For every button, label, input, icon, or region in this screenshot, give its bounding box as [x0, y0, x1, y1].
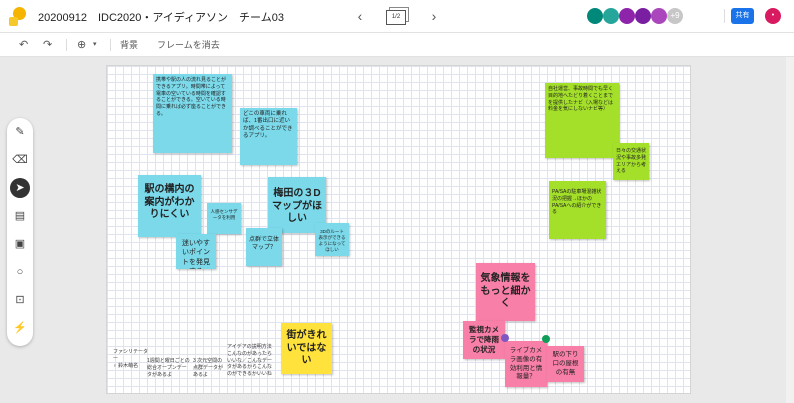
eraser-tool-icon[interactable]: ⌫: [10, 150, 30, 170]
circle-tool-icon[interactable]: ○: [10, 262, 30, 282]
sticky-note[interactable]: ライブカメラ画像の有効利用と情報量？: [505, 341, 547, 387]
sticky-note[interactable]: 街がきれいではない: [281, 323, 332, 374]
sticky-note[interactable]: 日々の交通状況や事故多発エリアから考える: [613, 143, 649, 180]
laser-tool-icon[interactable]: ⚡: [10, 318, 30, 338]
sticky-note[interactable]: 気象情報をもっと細かく: [476, 263, 535, 321]
set-background-button[interactable]: 背景: [120, 38, 138, 52]
sticky-note[interactable]: 携帯や駅の人の流れ見ることができるアプリ。時間帯によって電車の空いている時間を確…: [153, 74, 232, 153]
select-tool-icon[interactable]: ➤: [10, 178, 30, 198]
sticky-note[interactable]: 自社運営、事故時間でも早く目的地へたどり着くことまでを提供したナビ（入場などは料…: [545, 83, 619, 158]
zoom-dropdown-caret[interactable]: ▾: [93, 38, 97, 52]
app-header: 20200912 IDC2020・アイディアソン チーム03 ‹ 1/2 › +…: [0, 0, 794, 33]
more-collaborators-badge[interactable]: +9: [667, 8, 683, 24]
vertical-scrollbar[interactable]: [786, 57, 794, 403]
collaborator-avatar[interactable]: [587, 8, 603, 24]
text-box-tool-icon[interactable]: ⊡: [10, 290, 30, 310]
collaborator-avatar[interactable]: [603, 8, 619, 24]
text-box[interactable]: 3 次元空間の点群データがあるよ: [193, 358, 227, 378]
sticky-note[interactable]: 迷いやすいポイントを発見する: [176, 234, 216, 269]
toolbar-divider: [66, 39, 67, 51]
clear-frame-button[interactable]: フレームを消去: [157, 38, 220, 52]
sticky-note[interactable]: 3Dのルート表示ができるようになってほしい: [315, 223, 349, 256]
collaborator-cursor-icon: [501, 334, 509, 342]
collaborator-avatar[interactable]: [619, 8, 635, 24]
next-frame-button[interactable]: ›: [424, 6, 444, 26]
share-button[interactable]: 共有: [731, 8, 754, 24]
sticky-note[interactable]: 点群で立体マップ？: [246, 228, 282, 266]
sticky-note[interactable]: 駅の下り口の屋根の有無: [547, 346, 584, 382]
editing-toolbar: ↶ ↷ ⊕ ▾ 背景 フレームを消去: [0, 33, 794, 57]
image-tool-icon[interactable]: ▣: [10, 234, 30, 254]
redo-button[interactable]: ↷: [43, 38, 52, 52]
text-box[interactable]: アイデアの説明方法 こんなのがあったらいいな／こんなデータがあるからこんなのがで…: [227, 344, 272, 378]
collaborator-avatar[interactable]: [651, 8, 667, 24]
sticky-note[interactable]: 人感センサデータを利用: [207, 203, 241, 234]
collaborator-avatar[interactable]: [635, 8, 651, 24]
board-title[interactable]: 20200912 IDC2020・アイディアソン チーム03: [38, 9, 284, 25]
facilitator-label[interactable]: ファシリテーター ♀ 鈴木萌名: [113, 349, 151, 369]
prev-frame-button[interactable]: ‹: [350, 6, 370, 26]
sticky-note[interactable]: 監視カメラで降雨の状況: [463, 321, 505, 359]
jamboard-logo: [9, 7, 26, 27]
sticky-note[interactable]: PA/SAの駐車場混雑状況の把握→ほかのPA/SAへの紹介ができる: [549, 181, 606, 239]
account-avatar[interactable]: •: [765, 8, 781, 24]
undo-button[interactable]: ↶: [19, 38, 28, 52]
zoom-icon[interactable]: ⊕: [77, 38, 86, 52]
toolbar-divider: [110, 39, 111, 51]
collaborator-cursor-icon: [542, 335, 550, 343]
page-indicator: 1/2: [386, 10, 406, 25]
sticky-note[interactable]: 駅の構内の案内がわかりにくい: [138, 175, 201, 237]
header-divider: [724, 9, 725, 23]
pen-tool-icon[interactable]: ✎: [10, 122, 30, 142]
drawing-tool-palette: ✎ ⌫ ➤ ▤ ▣ ○ ⊡ ⚡: [7, 118, 33, 346]
whiteboard-canvas[interactable]: 携帯や駅の人の流れ見ることができるアプリ。時間帯によって電車の空いている時間を確…: [106, 65, 691, 394]
frame-bar-button[interactable]: 1/2: [386, 7, 410, 25]
sticky-note-tool-icon[interactable]: ▤: [10, 206, 30, 226]
text-box[interactable]: 1週間と曜日ごとの総合オープンデータがあるよ: [147, 358, 190, 378]
sticky-note[interactable]: どこの車両に乗れば、1番出口に近いか調べることができるアプリ。: [240, 108, 297, 165]
